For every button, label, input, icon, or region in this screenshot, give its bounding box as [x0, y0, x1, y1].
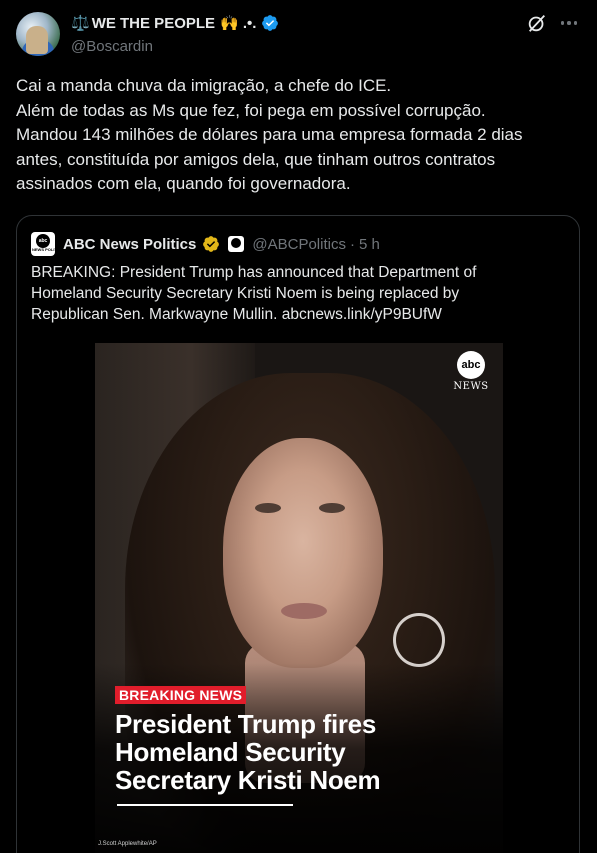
media-headline: President Trump fires Homeland Security …	[115, 710, 495, 794]
tweet-line: Além de todas as Ms que fez, foi pega em…	[16, 100, 486, 120]
grok-icon[interactable]	[526, 12, 548, 34]
tweet-line: antes, constituída por amigos dela, que …	[16, 149, 496, 169]
quoted-author-handle[interactable]: @ABCPolitics	[252, 236, 346, 253]
photo-earring	[393, 613, 445, 667]
scales-emoji: ⚖️	[71, 14, 90, 32]
verified-badge-icon	[262, 15, 279, 31]
name-suffix-emoji: 🙌 .•.	[220, 14, 257, 32]
author-handle[interactable]: @Boscardin	[71, 38, 153, 55]
photo-lips	[281, 603, 327, 619]
dot-separator: ·	[349, 235, 355, 253]
abc-logo-sub: NEWS POLITICS	[32, 247, 64, 252]
headline-line: Secretary Kristi Noem	[115, 765, 381, 795]
tweet-line: assinados com ela, quando foi governador…	[16, 174, 351, 193]
photo-credit: J.Scott Applewhite/AP	[98, 841, 157, 847]
affiliation-badge-icon	[228, 236, 245, 252]
tweet: ⚖️ WE THE PEOPLE 🙌 .•. @Boscardin Cai a …	[0, 0, 597, 853]
breaking-news-label: BREAKING NEWS	[115, 686, 247, 704]
quoted-author-name[interactable]: ABC News Politics	[63, 236, 196, 253]
quoted-line: BREAKING: President Trump has announced …	[31, 264, 477, 281]
photo-face	[223, 438, 383, 668]
author-name-row[interactable]: ⚖️ WE THE PEOPLE 🙌 .•.	[71, 14, 279, 32]
headline-underline	[117, 804, 293, 806]
quoted-media-image[interactable]: abc NEWS BREAKING NEWS President Trump f…	[95, 343, 503, 853]
verified-gold-badge-icon	[203, 236, 220, 252]
quoted-line: Homeland Security Secretary Kristi Noem …	[31, 285, 460, 302]
quoted-timestamp[interactable]: 5 h	[359, 236, 380, 253]
author-display-name[interactable]: WE THE PEOPLE	[92, 15, 215, 32]
quoted-line: Republican Sen. Markwayne Mullin. abcnew…	[31, 306, 442, 323]
headline-line: President Trump fires	[115, 709, 377, 739]
quoted-text: BREAKING: President Trump has announced …	[31, 262, 565, 325]
photo-eye-left	[255, 503, 281, 513]
avatar[interactable]	[16, 12, 60, 56]
quoted-header: abc NEWS POLITICS ABC News Politics @ABC…	[31, 232, 380, 256]
avatar-figure	[26, 26, 48, 54]
quoted-tweet[interactable]: abc NEWS POLITICS ABC News Politics @ABC…	[16, 215, 580, 853]
tweet-text: Cai a manda chuva da imigração, a chefe …	[16, 74, 582, 197]
abc-logo-ball: abc	[457, 351, 485, 379]
abc-news-politics-avatar[interactable]: abc NEWS POLITICS	[31, 232, 64, 256]
headline-line: Homeland Security	[115, 737, 346, 767]
abc-logo-ball: abc	[36, 234, 50, 248]
abc-news-logo: abc NEWS	[452, 351, 490, 392]
tweet-line: Cai a manda chuva da imigração, a chefe …	[16, 76, 392, 95]
tweet-line: Mandou 143 milhões de dólares para uma e…	[16, 125, 523, 144]
more-options-icon[interactable]	[558, 12, 580, 34]
photo-eye-right	[319, 503, 345, 513]
abc-logo-news: NEWS	[453, 381, 489, 392]
